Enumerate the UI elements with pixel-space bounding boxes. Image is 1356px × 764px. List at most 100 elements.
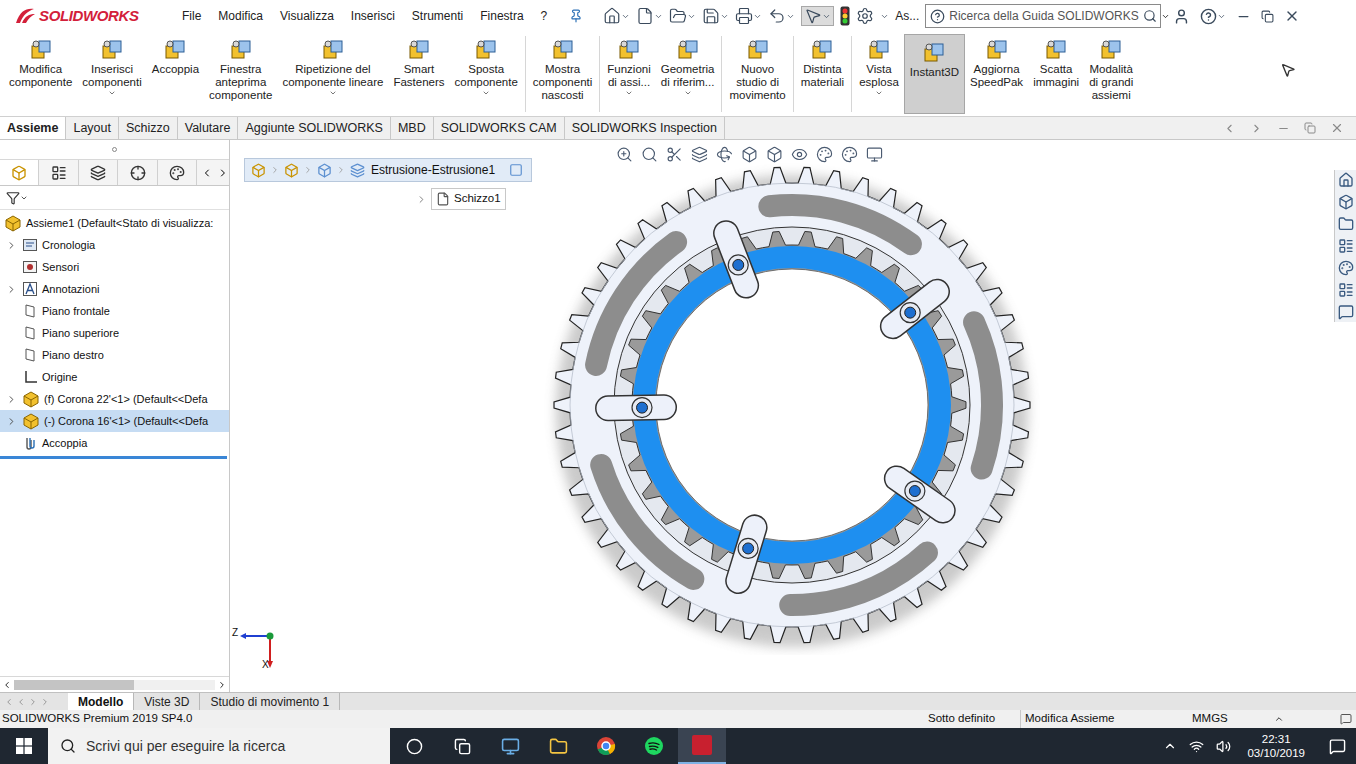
tree-item[interactable]: Assieme1 (Default<Stato di visualizza:	[0, 212, 229, 234]
dropdown-icon[interactable]	[621, 12, 630, 21]
body-crumb-icon[interactable]	[317, 163, 332, 178]
task-pane-icon[interactable]	[1338, 216, 1354, 232]
tree-item[interactable]: Piano frontale	[0, 300, 229, 322]
dropdown-icon[interactable]	[822, 12, 831, 21]
chainring-model[interactable]	[542, 155, 1042, 655]
panel-tab[interactable]	[79, 160, 118, 185]
part-crumb-icon[interactable]	[284, 163, 299, 178]
units-menu-icon[interactable]	[1274, 714, 1284, 724]
dropdown-icon[interactable]	[786, 12, 795, 21]
command-button[interactable]: Vistaesplosa	[854, 32, 904, 116]
quick-access-label[interactable]: As...	[895, 7, 919, 25]
command-tab[interactable]: Assieme	[0, 117, 66, 139]
start-button[interactable]	[0, 728, 48, 764]
chrome-icon[interactable]	[596, 736, 616, 756]
task-pane-icon[interactable]	[1338, 304, 1354, 320]
file-explorer-icon[interactable]	[549, 737, 568, 756]
view-tool-icon[interactable]	[841, 146, 858, 163]
command-tab[interactable]: SOLIDWORKS CAM	[434, 117, 565, 139]
doc-minimize-icon[interactable]	[1277, 122, 1290, 135]
doc-restore-icon[interactable]	[1304, 122, 1316, 134]
graphics-area[interactable]: Estrusione-Estrusione1Schizzo1ZX	[230, 140, 1356, 692]
last-tab-icon[interactable]	[40, 697, 50, 707]
command-button[interactable]: Inseriscicomponenti	[77, 32, 146, 116]
select-icon[interactable]	[804, 7, 822, 25]
quick-access-icon[interactable]	[735, 7, 753, 25]
command-button[interactable]: Spostacomponente	[450, 32, 523, 116]
tile-left-icon[interactable]	[1223, 122, 1236, 135]
tree-item[interactable]: Accoppia	[0, 432, 229, 454]
expand-icon[interactable]	[6, 240, 17, 251]
command-button[interactable]: Ripetizione delcomponente lineare	[277, 32, 388, 116]
menu-item[interactable]: Inserisci	[351, 7, 395, 25]
expand-icon[interactable]	[6, 416, 17, 427]
panel-tab[interactable]	[39, 160, 78, 185]
command-tab[interactable]: MBD	[391, 117, 434, 139]
task-pane-icon[interactable]	[1338, 238, 1354, 254]
tree-item[interactable]: Cronologia	[0, 234, 229, 256]
minimize-icon[interactable]	[1236, 9, 1251, 24]
view-tool-icon[interactable]	[716, 146, 733, 163]
dropdown-icon[interactable]	[720, 12, 729, 21]
dropdown-icon[interactable]	[108, 89, 116, 97]
tooltip-icon[interactable]	[1340, 713, 1352, 725]
view-tool-icon[interactable]	[766, 146, 783, 163]
command-button[interactable]: Funzionidi assi...	[602, 32, 655, 116]
command-button[interactable]: Nuovostudio dimovimento	[724, 32, 790, 116]
command-button[interactable]: Modificacomponente	[4, 32, 77, 116]
dropdown-icon[interactable]	[329, 89, 337, 97]
command-button[interactable]: Finestraanteprimacomponente	[204, 32, 277, 116]
panel-grip[interactable]	[0, 140, 229, 160]
task-pane-icon[interactable]	[1338, 194, 1354, 210]
tile-right-icon[interactable]	[1250, 122, 1263, 135]
view-tool-icon[interactable]	[691, 146, 708, 163]
dropdown-icon[interactable]	[482, 89, 490, 97]
command-tab[interactable]: Valutare	[178, 117, 239, 139]
command-tab[interactable]: Aggiunte SOLIDWORKS	[238, 117, 391, 139]
prev-tab-icon[interactable]	[16, 697, 26, 707]
command-button[interactable]: SmartFasteners	[388, 32, 449, 116]
tree-item[interactable]: Piano destro	[0, 344, 229, 366]
expand-icon[interactable]	[6, 394, 17, 405]
scroll-right-icon[interactable]	[217, 680, 227, 690]
spotify-icon[interactable]	[644, 736, 664, 756]
tree-item[interactable]: Annotazioni	[0, 278, 229, 300]
view-tab[interactable]: Modello	[68, 693, 134, 710]
pin-icon[interactable]	[569, 9, 583, 23]
menu-item[interactable]: File	[182, 7, 201, 25]
command-button[interactable]: Mostracomponentinascosti	[528, 32, 597, 116]
scroll-right-icon[interactable]	[217, 167, 229, 179]
rollback-bar[interactable]	[0, 456, 227, 459]
feature-crumb-icon[interactable]	[350, 163, 365, 178]
command-tab[interactable]: Schizzo	[119, 117, 178, 139]
task-pane-icon[interactable]	[1338, 282, 1354, 298]
menu-item[interactable]: Visualizza	[280, 7, 334, 25]
solidworks-task[interactable]	[678, 728, 726, 764]
scroll-left-icon[interactable]	[201, 167, 213, 179]
doc-close-icon[interactable]	[1330, 121, 1344, 135]
view-tab[interactable]: Studio di movimento 1	[200, 693, 340, 710]
close-icon[interactable]	[1284, 8, 1300, 24]
menu-item[interactable]: Modifica	[218, 7, 263, 25]
tree-item[interactable]: (f) Corona 22'<1> (Default<<Defa	[0, 388, 229, 410]
dropdown-icon[interactable]	[875, 89, 883, 97]
taskbar-search[interactable]: Scrivi qui per eseguire la ricerca	[48, 728, 390, 764]
volume-icon[interactable]	[1216, 739, 1231, 754]
next-tab-icon[interactable]	[28, 697, 38, 707]
panel-tab[interactable]	[0, 160, 39, 185]
options-icon[interactable]	[856, 7, 874, 25]
first-tab-icon[interactable]	[4, 697, 14, 707]
dropdown-icon[interactable]	[1217, 12, 1226, 21]
dropdown-icon[interactable]	[625, 89, 633, 97]
panel-tab[interactable]	[118, 160, 157, 185]
help-menu-icon[interactable]	[1200, 8, 1217, 25]
restore-icon[interactable]	[1261, 10, 1274, 23]
rebuild-icon[interactable]	[840, 6, 850, 26]
menu-item[interactable]: ?	[541, 7, 548, 25]
clock[interactable]: 22:3103/10/2019	[1243, 732, 1309, 760]
network-app-icon[interactable]	[501, 737, 520, 756]
task-pane-icon[interactable]	[1338, 260, 1354, 276]
command-tab[interactable]: SOLIDWORKS Inspection	[565, 117, 725, 139]
network-icon[interactable]	[1189, 739, 1204, 754]
help-search[interactable]: Ricerca della Guida SOLIDWORKS	[925, 4, 1161, 28]
